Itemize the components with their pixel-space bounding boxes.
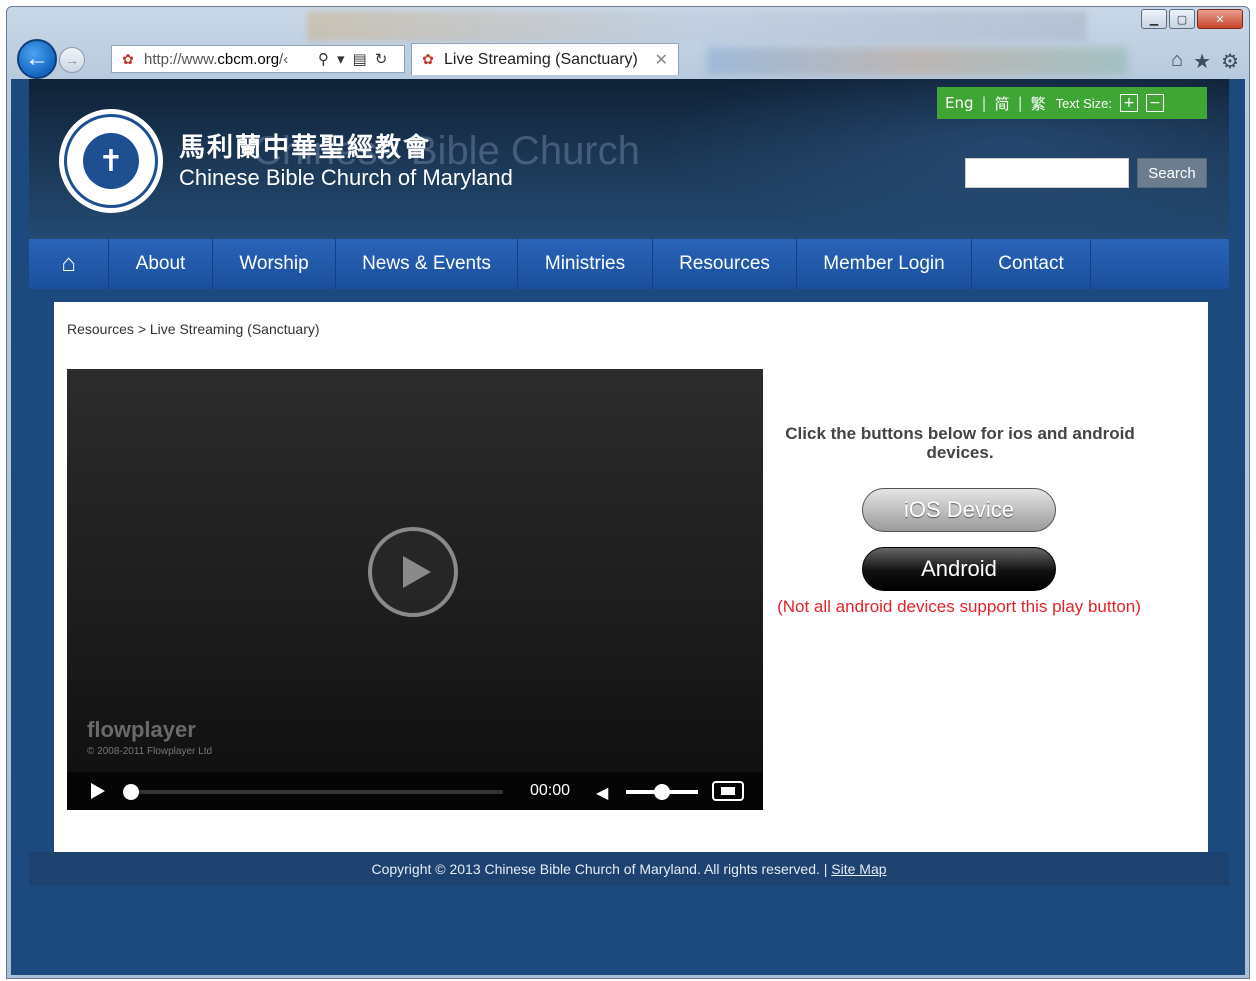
nav-item-contact[interactable]: Contact bbox=[972, 239, 1091, 289]
window-controls: ▁ ▢ ✕ bbox=[1139, 9, 1243, 29]
site-favicon-icon: ✿ bbox=[122, 50, 134, 67]
progress-knob[interactable] bbox=[123, 784, 139, 800]
site-title-english[interactable]: Chinese Bible Church of Maryland bbox=[179, 165, 513, 191]
play-icon[interactable] bbox=[368, 527, 458, 617]
browser-navigation-bar: ← → ✿ http://www.cbcm.org/‹ ⚲ ▾ ▤ ↻ ✿ Li… bbox=[7, 37, 1249, 81]
search-button[interactable]: Search bbox=[1137, 158, 1207, 188]
address-bar[interactable]: ✿ http://www.cbcm.org/‹ ⚲ ▾ ▤ ↻ bbox=[111, 45, 405, 73]
nav-item-resources[interactable]: Resources bbox=[653, 239, 797, 289]
progress-track[interactable] bbox=[127, 790, 503, 794]
player-control-bar: 00:00 ◀ bbox=[67, 772, 763, 810]
nav-item-worship[interactable]: Worship bbox=[213, 239, 336, 289]
lang-simplified-link[interactable]: 简 bbox=[995, 93, 1010, 114]
main-content: Resources > Live Streaming (Sanctuary) f… bbox=[54, 302, 1208, 852]
site-map-link[interactable]: Site Map bbox=[831, 861, 886, 877]
refresh-icon[interactable]: ↻ bbox=[375, 50, 388, 68]
cross-icon: ✝ bbox=[83, 133, 139, 189]
android-button[interactable]: Android bbox=[862, 547, 1056, 591]
maximize-icon[interactable]: ▢ bbox=[1169, 9, 1195, 29]
lang-traditional-link[interactable]: 繁 bbox=[1031, 93, 1046, 114]
breadcrumb: Resources > Live Streaming (Sanctuary) bbox=[67, 321, 320, 337]
language-bar: Eng | 简 | 繁 Text Size: + − bbox=[937, 87, 1207, 119]
site-title-chinese[interactable]: 馬利蘭中華聖經教會 bbox=[179, 127, 431, 164]
nav-item-news-events[interactable]: News & Events bbox=[336, 239, 518, 289]
time-display: 00:00 bbox=[530, 782, 571, 799]
address-url[interactable]: http://www.cbcm.org/‹ bbox=[144, 51, 312, 68]
flowplayer-logo: flowplayer bbox=[87, 717, 196, 742]
home-icon[interactable]: ⌂ bbox=[1171, 49, 1183, 74]
breadcrumb-resources-link[interactable]: Resources bbox=[67, 321, 134, 337]
close-icon[interactable]: ✕ bbox=[655, 50, 668, 70]
gear-icon[interactable]: ⚙ bbox=[1221, 49, 1239, 74]
breadcrumb-current: Live Streaming (Sanctuary) bbox=[149, 321, 320, 337]
ios-device-button[interactable]: iOS Device bbox=[862, 488, 1056, 532]
browser-tab[interactable]: ✿ Live Streaming (Sanctuary) ✕ bbox=[411, 43, 679, 75]
compat-view-icon[interactable]: ▤ bbox=[353, 50, 367, 68]
video-player[interactable]: flowplayer © 2008-2011 Flowplayer Ltd 00… bbox=[67, 369, 763, 810]
minimize-icon[interactable]: ▁ bbox=[1141, 9, 1167, 29]
browser-window: ▁ ▢ ✕ ← → ✿ http://www.cbcm.org/‹ ⚲ ▾ ▤ … bbox=[6, 6, 1250, 979]
volume-knob[interactable] bbox=[654, 784, 670, 800]
dropdown-icon[interactable]: ▾ bbox=[337, 50, 345, 68]
breadcrumb-separator: > bbox=[137, 321, 146, 337]
nav-home-icon[interactable]: ⌂ bbox=[29, 239, 109, 289]
lang-english-link[interactable]: Eng bbox=[945, 94, 974, 112]
text-size-decrease-button[interactable]: − bbox=[1146, 94, 1165, 112]
star-icon[interactable]: ★ bbox=[1193, 49, 1211, 74]
site-header: ✝ Chinese Bible Church 馬利蘭中華聖經教會 Chinese… bbox=[29, 79, 1229, 239]
tab-title: Live Streaming (Sanctuary) bbox=[444, 50, 638, 68]
close-window-icon[interactable]: ✕ bbox=[1197, 9, 1243, 29]
text-size-label: Text Size: bbox=[1055, 95, 1113, 111]
device-instructions: Click the buttons below for ios and andr… bbox=[785, 424, 1135, 462]
page-viewport: ✝ Chinese Bible Church 馬利蘭中華聖經教會 Chinese… bbox=[11, 79, 1245, 975]
church-logo[interactable]: ✝ bbox=[59, 109, 163, 213]
back-arrow-icon[interactable]: ← bbox=[17, 39, 57, 79]
volume-icon[interactable]: ◀ bbox=[596, 783, 608, 803]
main-navigation: ⌂ About Worship News & Events Ministries… bbox=[29, 239, 1229, 289]
nav-item-ministries[interactable]: Ministries bbox=[518, 239, 653, 289]
android-note: (Not all android devices support this pl… bbox=[777, 597, 1141, 616]
flowplayer-copyright: © 2008-2011 Flowplayer Ltd bbox=[87, 746, 213, 757]
search-icon[interactable]: ⚲ bbox=[318, 50, 329, 68]
site-footer: Copyright © 2013 Chinese Bible Church of… bbox=[29, 852, 1229, 886]
nav-item-member-login[interactable]: Member Login bbox=[797, 239, 972, 289]
search-input[interactable] bbox=[965, 158, 1129, 188]
fullscreen-icon[interactable] bbox=[712, 781, 744, 801]
site-container: ✝ Chinese Bible Church 馬利蘭中華聖經教會 Chinese… bbox=[29, 79, 1229, 975]
forward-arrow-icon[interactable]: → bbox=[59, 47, 85, 73]
tab-favicon-icon: ✿ bbox=[422, 51, 434, 67]
nav-item-about[interactable]: About bbox=[109, 239, 213, 289]
control-play-icon[interactable] bbox=[91, 783, 105, 799]
blurred-toolbar bbox=[707, 47, 1127, 75]
text-size-increase-button[interactable]: + bbox=[1120, 94, 1139, 112]
footer-copyright: Copyright © 2013 Chinese Bible Church of… bbox=[371, 861, 828, 877]
